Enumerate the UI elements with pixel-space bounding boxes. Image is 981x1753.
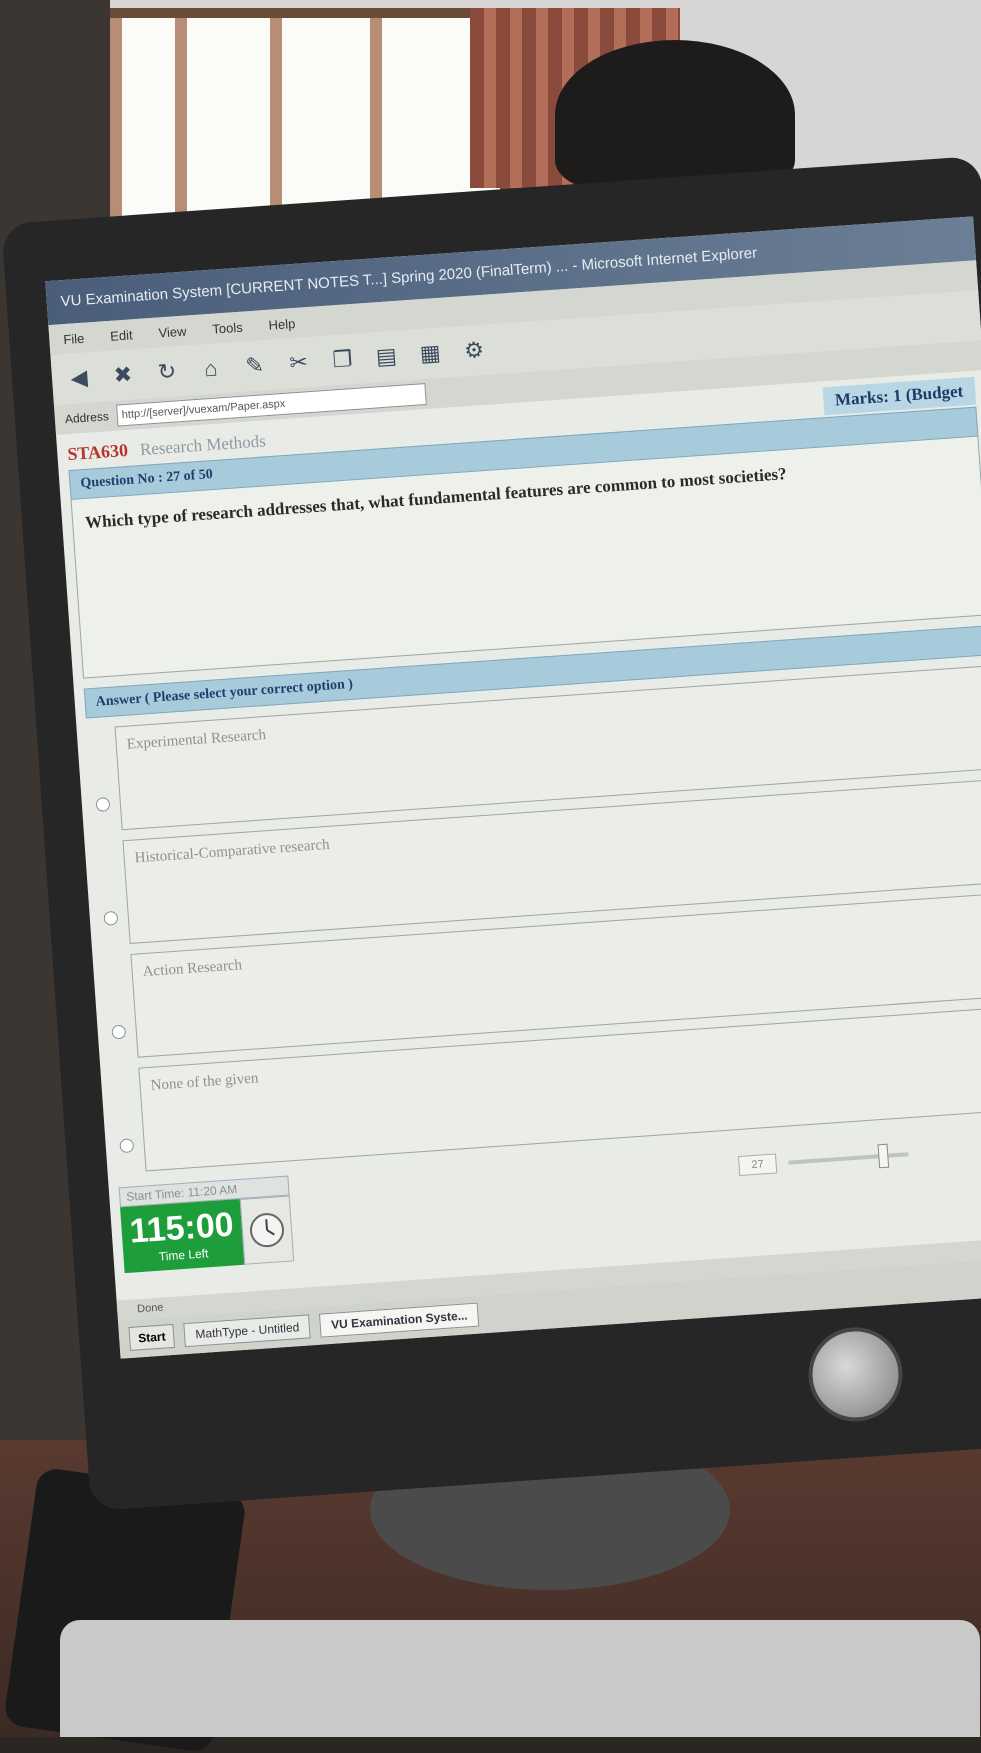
window-bar [270,18,282,228]
menu-file[interactable]: File [63,330,85,346]
timer-row: 115:00 Time Left [120,1195,295,1274]
refresh-icon[interactable]: ↻ [151,356,183,388]
course-code: STA630 [66,439,129,464]
address-label: Address [64,409,110,427]
taskbar-item-mathtype[interactable]: MathType - Untitled [183,1314,312,1348]
monitor-screen: VU Examination System [CURRENT NOTES T..… [45,216,981,1359]
time-left-value: 115:00 [128,1205,235,1251]
menu-help[interactable]: Help [268,315,296,332]
slider-thumb[interactable] [877,1143,890,1169]
monitor: VU Examination System [CURRENT NOTES T..… [1,155,981,1512]
home-icon[interactable]: ⌂ [195,353,227,385]
paste-icon[interactable]: ▤ [370,341,402,373]
radio-button[interactable] [119,1138,135,1154]
power-button[interactable] [805,1324,906,1425]
keyboard [60,1620,980,1737]
back-icon[interactable]: ◀ [63,362,95,394]
exam-panel: STA630 Research Methods Marks: 1 (Budget… [56,370,981,1274]
timer-block: Start Time: 11:20 AM 115:00 Time Left [118,1175,295,1274]
clock-icon [239,1195,295,1265]
radio-button[interactable] [111,1024,127,1040]
menu-view[interactable]: View [158,323,187,340]
cut-icon[interactable]: ✂ [283,347,315,379]
print-icon[interactable]: ▦ [414,338,446,370]
taskbar-item-exam[interactable]: VU Examination Syste... [319,1302,480,1338]
menu-edit[interactable]: Edit [110,327,133,344]
copy-icon[interactable]: ❐ [326,344,358,376]
start-button[interactable]: Start [128,1323,176,1351]
person-head [555,40,795,190]
window-bar [370,18,382,228]
window-bar [175,18,187,228]
radio-button[interactable] [103,910,119,926]
window-bar [110,18,122,228]
page-input[interactable]: 27 [737,1153,778,1177]
radio-button[interactable] [95,797,111,813]
course-name: Research Methods [139,430,267,459]
time-left-box: 115:00 Time Left [120,1198,245,1274]
stop-icon[interactable]: ✖ [107,359,139,391]
tool-icon[interactable]: ⚙ [458,335,490,367]
menu-tools[interactable]: Tools [212,319,243,336]
edit-icon[interactable]: ✎ [239,350,271,382]
page-slider[interactable] [788,1143,909,1169]
